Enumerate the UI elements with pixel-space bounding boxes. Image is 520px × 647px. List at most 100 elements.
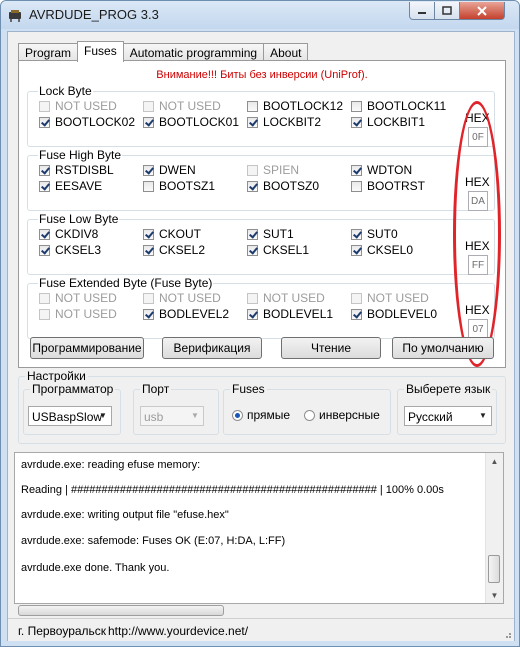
fuse-bit-checkbox[interactable]: CKSEL1 [247,243,309,257]
fuse-bit-checkbox[interactable]: LOCKBIT2 [247,115,321,129]
fuse-bit-checkbox[interactable]: BODLEVEL0 [351,307,437,321]
checkbox-checked-icon [143,228,154,240]
fuse-bit-checkbox[interactable]: NOT USED [143,291,221,305]
default-button[interactable]: По умолчанию [392,337,494,359]
fuse-bit-checkbox[interactable]: DWEN [143,163,196,177]
fuse-bit-checkbox[interactable]: BOOTRST [351,179,425,193]
checkbox-checked-icon [247,244,258,256]
fuse-bit-checkbox[interactable]: BODLEVEL2 [143,307,229,321]
fuse-bit-label: NOT USED [159,99,221,113]
fuse-bit-label: CKOUT [159,227,201,241]
minimize-button[interactable] [409,2,435,20]
fuse-bit-label: CKDIV8 [55,227,99,241]
fuse-bit-checkbox[interactable]: BOOTLOCK11 [351,99,446,113]
checkbox-checked-icon [351,228,362,240]
language-select[interactable]: Русский ▼ [404,406,492,426]
fuse-bit-checkbox[interactable]: NOT USED [39,99,117,113]
log-output[interactable]: avrdude.exe: reading efuse memory: Readi… [14,452,504,604]
title-bar[interactable]: AVRDUDE_PROG 3.3 [1,1,519,29]
fuses-inverse-label: инверсные [319,408,380,422]
fuse-bit-checkbox[interactable]: NOT USED [351,291,429,305]
checkbox-checked-icon [39,164,50,176]
checkbox-checked-icon [39,180,50,192]
fuse-bit-checkbox[interactable]: SPIEN [247,163,299,177]
fuse-bit-checkbox[interactable]: BOOTLOCK02 [39,115,135,129]
fuse-bit-label: BOOTLOCK12 [263,99,344,113]
fuse-bit-checkbox[interactable]: BODLEVEL1 [247,307,333,321]
checkbox-unchecked-icon [143,292,154,304]
fuse-bit-checkbox[interactable]: SUT1 [247,227,294,241]
fuse-bit-checkbox[interactable]: BOOTLOCK01 [143,115,239,129]
scroll-down-icon[interactable]: ▼ [486,587,503,603]
progress-scrollbar[interactable] [18,605,224,616]
checkbox-checked-icon [39,116,50,128]
maximize-button[interactable] [434,2,460,20]
fuse-bit-checkbox[interactable]: SUT0 [351,227,398,241]
status-url[interactable]: http://www.yourdevice.net/ [108,624,248,638]
log-vertical-scrollbar[interactable]: ▲ ▼ [485,453,503,603]
fuse-bit-checkbox[interactable]: CKSEL0 [351,243,413,257]
checkbox-checked-icon [39,228,50,240]
fuses-direct-radio[interactable]: прямые [232,408,290,422]
program-button[interactable]: Программирование [30,337,144,359]
fuse-bit-checkbox[interactable]: EESAVE [39,179,102,193]
fuse-bit-checkbox[interactable]: BOOTSZ1 [143,179,215,193]
close-button[interactable] [459,2,505,20]
fuse-bit-label: NOT USED [367,291,429,305]
log-line: Reading | ##############################… [21,484,444,496]
checkbox-unchecked-icon [39,292,50,304]
fuse-bit-label: CKSEL3 [55,243,102,257]
fuses-inverse-radio[interactable]: инверсные [304,408,380,422]
fuse-bit-checkbox[interactable]: BOOTLOCK12 [247,99,343,113]
checkbox-unchecked-icon [351,100,362,112]
fuse-bit-checkbox[interactable]: CKDIV8 [39,227,98,241]
fuse-bit-checkbox[interactable]: NOT USED [39,291,117,305]
programmer-label: Программатор [30,382,116,396]
checkbox-unchecked-icon [39,308,50,320]
tab-fuses[interactable]: Fuses [77,41,124,62]
programmer-value: USBaspSlow [32,410,103,424]
checkbox-unchecked-icon [143,180,154,192]
fuse-bit-checkbox[interactable]: NOT USED [247,291,325,305]
port-group: Порт usb ▼ [133,382,219,435]
fuses-panel: Внимание!!! Биты без инверсии (UniProf).… [18,60,506,368]
verify-button[interactable]: Верификация [162,337,262,359]
fuse-bit-label: BOOTLOCK11 [367,99,447,113]
checkbox-unchecked-icon [351,292,362,304]
fuse-bit-checkbox[interactable]: BOOTSZ0 [247,179,319,193]
checkbox-checked-icon [247,116,258,128]
chevron-down-icon: ▼ [479,411,487,420]
fuse-bit-checkbox[interactable]: RSTDISBL [39,163,114,177]
fuse-bit-checkbox[interactable]: CKSEL2 [143,243,205,257]
fuse-bit-label: SUT1 [263,227,294,241]
fuse-bit-label: BODLEVEL1 [263,307,334,321]
fuse-bit-label: NOT USED [55,307,117,321]
fuse-bit-checkbox[interactable]: CKSEL3 [39,243,101,257]
port-label: Порт [140,382,172,396]
port-select[interactable]: usb ▼ [140,406,204,426]
language-value: Русский [408,410,453,424]
fuse-bit-label: DWEN [159,163,196,177]
fuse-bit-checkbox[interactable]: LOCKBIT1 [351,115,425,129]
read-button[interactable]: Чтение [281,337,381,359]
scroll-thumb[interactable] [488,555,500,583]
checkbox-checked-icon [351,244,362,256]
fuse-bit-checkbox[interactable]: NOT USED [143,99,221,113]
checkbox-checked-icon [143,244,154,256]
fuse-bit-label: LOCKBIT1 [367,115,426,129]
settings-title: Настройки [25,369,88,383]
radio-unselected-icon [304,409,315,421]
fuses-mode-group: Fuses прямые инверсные [223,382,391,435]
programmer-select[interactable]: USBaspSlow ▼ [28,406,112,426]
fuse-bit-label: NOT USED [263,291,325,305]
resize-grip-icon[interactable] [502,629,512,639]
scroll-up-icon[interactable]: ▲ [486,453,503,469]
fuse-bit-label: BODLEVEL2 [159,307,230,321]
fuse-bit-checkbox[interactable]: WDTON [351,163,412,177]
fuse-bit-checkbox[interactable]: NOT USED [39,307,117,321]
maximize-icon [442,5,452,15]
checkbox-checked-icon [247,308,258,320]
programmer-group: Программатор USBaspSlow ▼ [23,382,121,435]
fuse-bit-checkbox[interactable]: CKOUT [143,227,201,241]
checkbox-unchecked-icon [247,164,258,176]
